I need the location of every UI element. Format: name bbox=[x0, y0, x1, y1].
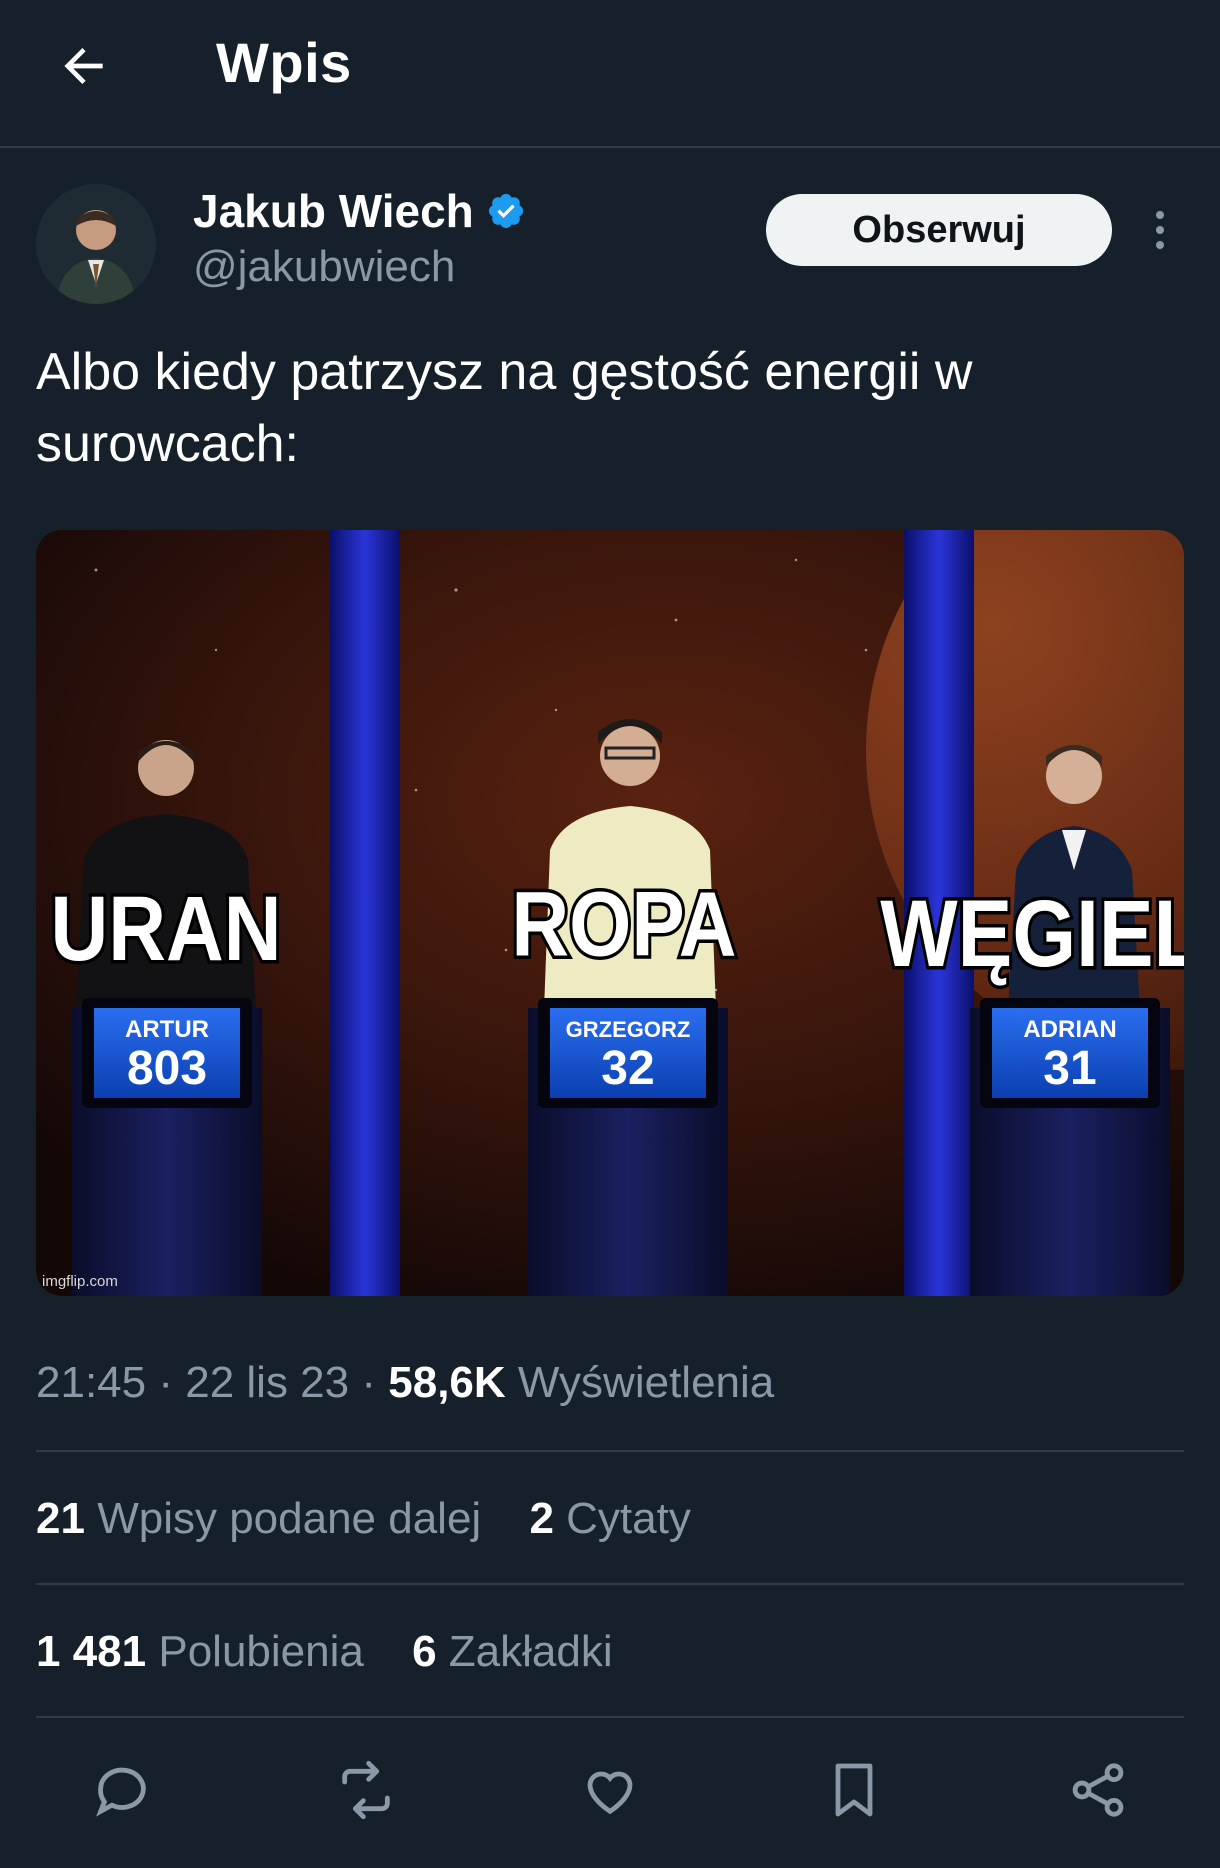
reposts-count: 21 bbox=[36, 1494, 85, 1543]
verified-badge-icon bbox=[488, 193, 523, 229]
meme-caption-right: WĘGIEL bbox=[880, 880, 1184, 986]
bookmarks-label: Zakładki bbox=[448, 1627, 613, 1676]
back-button[interactable] bbox=[52, 34, 116, 98]
quotes-label: Cytaty bbox=[566, 1494, 691, 1543]
more-options-button[interactable] bbox=[1140, 206, 1180, 254]
stats-row-reposts: 21 Wpisy podane dalej 2 Cytaty bbox=[36, 1494, 727, 1544]
reposts-label: Wpisy podane dalej bbox=[97, 1494, 482, 1543]
watermark: imgflip.com bbox=[42, 1273, 118, 1290]
repost-icon bbox=[342, 1760, 390, 1820]
reply-button[interactable] bbox=[86, 1754, 158, 1826]
author-name[interactable]: Jakub Wiech bbox=[193, 184, 526, 238]
top-bar: Wpis bbox=[0, 0, 1220, 148]
page-title: Wpis bbox=[216, 31, 352, 94]
divider bbox=[36, 1583, 1184, 1585]
likes-count: 1 481 bbox=[36, 1627, 147, 1676]
more-dot bbox=[1156, 241, 1164, 249]
likes-stat[interactable]: 1 481 Polubienia bbox=[36, 1627, 364, 1677]
more-dot bbox=[1156, 226, 1164, 234]
repost-button[interactable] bbox=[330, 1754, 402, 1826]
meme-caption-left: URAN bbox=[50, 878, 281, 980]
podium-center: GRZEGORZ 32 bbox=[528, 998, 728, 1296]
tweet-time[interactable]: 21:45 bbox=[36, 1358, 146, 1407]
reply-icon bbox=[96, 1767, 146, 1817]
quotes-count: 2 bbox=[529, 1494, 554, 1543]
arrow-left-icon bbox=[64, 48, 103, 84]
more-vertical-icon bbox=[1156, 211, 1164, 219]
bookmarks-stat[interactable]: 6 Zakładki bbox=[412, 1627, 613, 1677]
contestant-score: 31 bbox=[1043, 1042, 1096, 1095]
tweet-date[interactable]: 22 lis 23 bbox=[185, 1358, 349, 1407]
reposts-stat[interactable]: 21 Wpisy podane dalej bbox=[36, 1494, 481, 1544]
podium-right: ADRIAN 31 bbox=[970, 998, 1170, 1296]
podium-left: ARTUR 803 bbox=[72, 998, 262, 1296]
avatar-image bbox=[36, 184, 156, 304]
share-icon bbox=[1072, 1763, 1124, 1817]
bookmark-icon bbox=[835, 1763, 873, 1817]
meta-separator: · bbox=[361, 1358, 377, 1407]
like-button[interactable] bbox=[574, 1754, 646, 1826]
divider bbox=[36, 1716, 1184, 1718]
views-count: 58,6K bbox=[388, 1358, 506, 1407]
stats-row-likes: 1 481 Polubienia 6 Zakładki bbox=[36, 1627, 649, 1677]
contestant-score: 32 bbox=[601, 1042, 654, 1095]
divider bbox=[36, 1450, 1184, 1452]
views-label: Wyświetlenia bbox=[517, 1358, 775, 1407]
contestant-name: GRZEGORZ bbox=[566, 1017, 691, 1042]
author-name-text: Jakub Wiech bbox=[193, 185, 474, 237]
contestant-name: ARTUR bbox=[125, 1016, 209, 1043]
contestant-score: 803 bbox=[127, 1042, 207, 1095]
likes-label: Polubienia bbox=[158, 1627, 364, 1676]
contestant-name: ADRIAN bbox=[1023, 1016, 1116, 1043]
quotes-stat[interactable]: 2 Cytaty bbox=[529, 1494, 690, 1544]
like-icon bbox=[587, 1771, 633, 1815]
tweet-meta: 21:45 · 22 lis 23 · 58,6K Wyświetlenia bbox=[36, 1358, 774, 1408]
tweet-text: Albo kiedy patrzysz na gęstość energii w… bbox=[36, 343, 973, 473]
avatar[interactable] bbox=[36, 184, 156, 304]
meta-separator: · bbox=[158, 1358, 173, 1407]
bookmark-button[interactable] bbox=[818, 1754, 890, 1826]
author-handle[interactable]: @jakubwiech bbox=[193, 242, 455, 292]
meme-caption-center: ROPA bbox=[511, 873, 736, 975]
follow-button[interactable]: Obserwuj bbox=[766, 194, 1112, 266]
action-bar bbox=[0, 1740, 1220, 1840]
share-button[interactable] bbox=[1062, 1754, 1134, 1826]
tweet-image[interactable]: ARTUR 803 GRZEGORZ 32 ADRIAN 31 URAN ROP… bbox=[36, 530, 1184, 1296]
bookmarks-count: 6 bbox=[412, 1627, 437, 1676]
